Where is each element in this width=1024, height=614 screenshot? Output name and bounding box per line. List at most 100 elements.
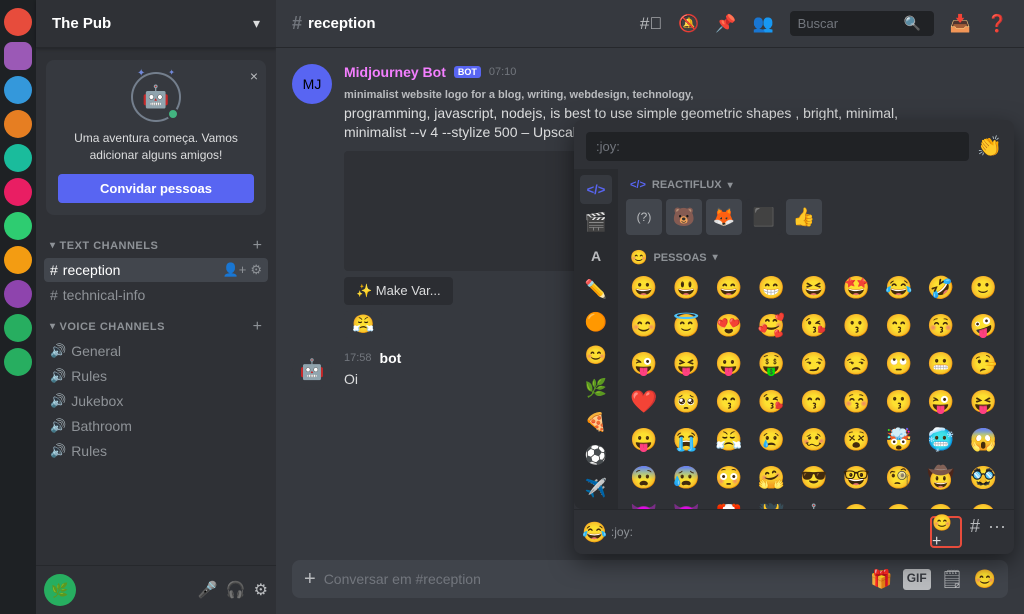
emoji-21[interactable]: 🤑 [753,346,789,382]
emoji-31[interactable]: 😙 [796,384,832,420]
channel-item-reception[interactable]: # reception 👤+ ⚙ [44,258,268,282]
channel-item-rules[interactable]: 🔊 Rules [44,364,268,388]
close-icon[interactable]: × [250,68,258,84]
server-icon-11[interactable] [4,348,32,376]
emoji-15[interactable]: 😙 [881,308,917,344]
emoji-6[interactable]: 😂 [881,270,917,306]
emoji-cat-people[interactable]: 😊 [580,341,612,370]
emoji-cat-travel[interactable]: ✈️ [580,474,612,503]
emoji-cat-food[interactable]: 🍕 [580,407,612,436]
channel-item-bathroom[interactable]: 🔊 Bathroom [44,414,268,438]
gift-icon[interactable]: 🎁 [870,569,892,590]
voice-channels-category[interactable]: ▾ VOICE CHANNELS + [44,312,268,338]
emoji-46[interactable]: 😰 [668,460,704,496]
more-icon[interactable]: ··· [988,516,1006,548]
sticker-icon[interactable]: 🗒 [941,569,964,590]
emoji-reaction[interactable]: 😤 [344,311,382,338]
inbox-icon[interactable]: 📥 [950,14,971,34]
gear-icon[interactable]: ⚙ [250,262,262,278]
emoji-9[interactable]: 😊 [626,308,662,344]
emoji-41[interactable]: 😵 [838,422,874,458]
emoji-34[interactable]: 😜 [923,384,959,420]
emoji-10[interactable]: 😇 [668,308,704,344]
server-icon-4[interactable] [4,110,32,138]
hash-footer-icon[interactable]: # [970,516,980,548]
emoji-50[interactable]: 🤓 [838,460,874,496]
server-icon-3[interactable] [4,76,32,104]
emoji-cat-letter-a[interactable]: A [580,241,612,270]
channel-item-general[interactable]: 🔊 General [44,339,268,363]
server-icon-1[interactable] [4,8,32,36]
add-emoji-button[interactable]: 😊+ [930,516,962,548]
emoji-60[interactable]: 😐 [881,498,917,509]
emoji-search-input[interactable] [586,132,969,161]
server-emoji-3[interactable]: ⬛ [746,199,782,235]
server-icon-9[interactable] [4,280,32,308]
emoji-18[interactable]: 😜 [626,346,662,382]
emoji-27[interactable]: ❤️ [626,384,662,420]
emoji-11[interactable]: 😍 [711,308,747,344]
emoji-17[interactable]: 🤪 [966,308,1002,344]
channel-item-technical-info[interactable]: # technical-info [44,283,268,307]
emoji-48[interactable]: 🤗 [753,460,789,496]
emoji-7[interactable]: 🤣 [923,270,959,306]
emoji-33[interactable]: 😗 [881,384,917,420]
emoji-61[interactable]: 😶 [923,498,959,509]
emoji-62[interactable]: 😏 [966,498,1002,509]
server-emoji-1[interactable]: 🐻 [666,199,702,235]
emoji-32[interactable]: 😚 [838,384,874,420]
emoji-4[interactable]: 😆 [796,270,832,306]
emoji-40[interactable]: 🥴 [796,422,832,458]
emoji-49[interactable]: 😎 [796,460,832,496]
emoji-16[interactable]: 😚 [923,308,959,344]
emoji-22[interactable]: 😏 [796,346,832,382]
add-channel-button[interactable]: + [253,237,262,255]
pin-icon[interactable]: 📌 [715,14,736,34]
emoji-19[interactable]: 😝 [668,346,704,382]
members-icon[interactable]: 👥 [752,14,773,34]
emoji-12[interactable]: 🥰 [753,308,789,344]
invite-people-button[interactable]: Convidar pessoas [58,174,254,203]
emoji-8[interactable]: 🙂 [966,270,1002,306]
emoji-icon[interactable]: 😊 [974,569,996,590]
emoji-25[interactable]: 😬 [923,346,959,382]
emoji-59[interactable]: 😑 [838,498,874,509]
emoji-cat-server[interactable]: </> [580,175,612,204]
emoji-2[interactable]: 😄 [711,270,747,306]
add-voice-channel-button[interactable]: + [253,318,262,336]
emoji-30[interactable]: 😘 [753,384,789,420]
server-icon-7[interactable] [4,212,32,240]
deafen-icon[interactable]: 🎧 [226,580,246,600]
wave-icon[interactable]: 👏 [977,134,1002,159]
emoji-3[interactable]: 😁 [753,270,789,306]
server-header[interactable]: The Pub ▾ [36,0,276,48]
mute-icon[interactable]: 🎤 [198,580,218,600]
emoji-14[interactable]: 😗 [838,308,874,344]
server-icon-10[interactable] [4,314,32,342]
emoji-55[interactable]: 👿 [668,498,704,509]
make-variations-button[interactable]: ✨ Make Var... [344,277,453,305]
emoji-54[interactable]: 😈 [626,498,662,509]
emoji-cat-activity[interactable]: ⚽ [580,441,612,470]
emoji-39[interactable]: 😢 [753,422,789,458]
emoji-29[interactable]: 😙 [711,384,747,420]
gif-icon[interactable]: GIF [903,569,931,590]
bell-off-icon[interactable]: 🔕 [678,14,699,34]
emoji-28[interactable]: 🥺 [668,384,704,420]
emoji-56[interactable]: 🤡 [711,498,747,509]
emoji-24[interactable]: 🙄 [881,346,917,382]
emoji-51[interactable]: 🧐 [881,460,917,496]
emoji-43[interactable]: 🥶 [923,422,959,458]
settings-icon[interactable]: ⚙ [254,580,268,600]
server-icon-8[interactable] [4,246,32,274]
emoji-58[interactable]: 🤖 [796,498,832,509]
server-emoji-0[interactable]: (?) [626,199,662,235]
emoji-20[interactable]: 😛 [711,346,747,382]
emoji-cat-pencil[interactable]: ✏️ [580,275,612,304]
emoji-42[interactable]: 🤯 [881,422,917,458]
server-emoji-4[interactable]: 👍 [786,199,822,235]
emoji-cat-nature[interactable]: 🌿 [580,374,612,403]
channel-item-rules2[interactable]: 🔊 Rules [44,439,268,463]
server-emoji-2[interactable]: 🦊 [706,199,742,235]
emoji-47[interactable]: 😳 [711,460,747,496]
